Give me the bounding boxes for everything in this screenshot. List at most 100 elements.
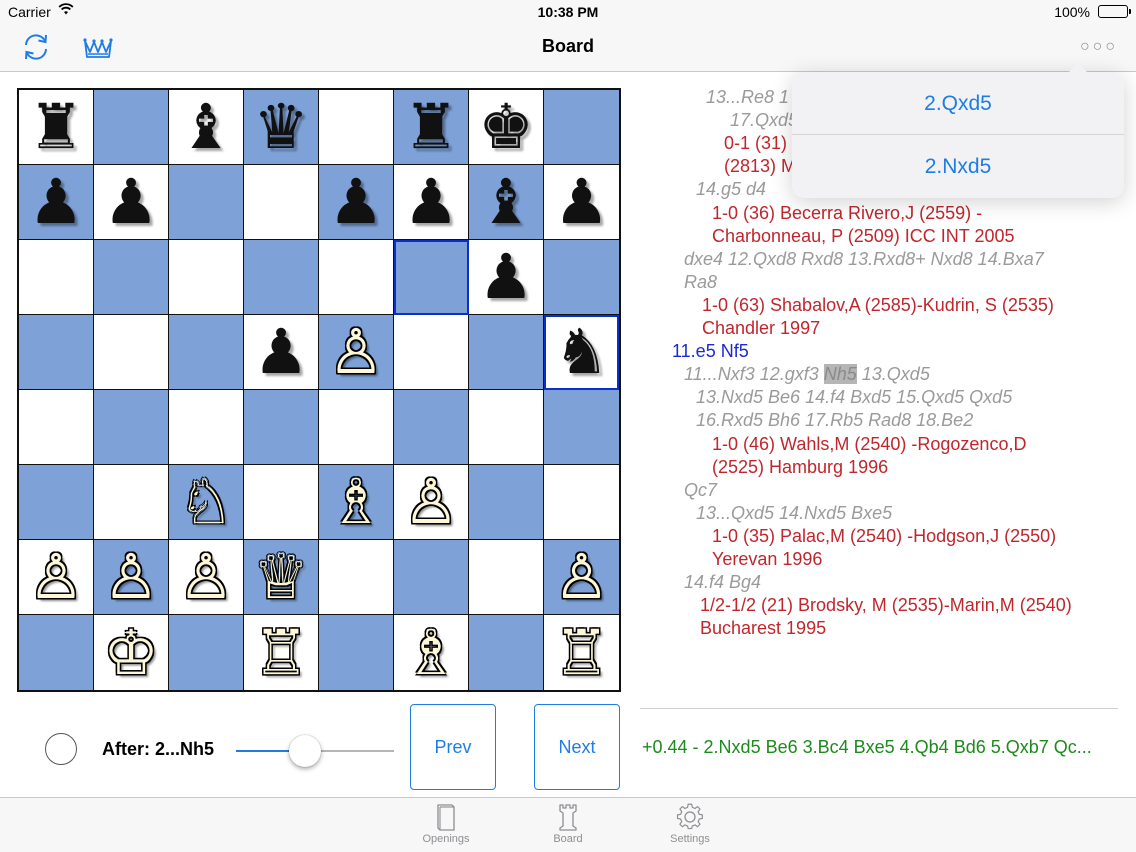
board-square[interactable] xyxy=(19,615,94,690)
notation-line[interactable]: Bucharest 1995 xyxy=(700,617,826,640)
chess-piece[interactable]: ♙ xyxy=(103,546,159,608)
board-square[interactable] xyxy=(19,315,94,390)
notation-line[interactable]: 14.f4 Bg4 xyxy=(684,571,761,594)
board-square[interactable]: ♘ xyxy=(169,465,244,540)
board-square[interactable]: ♙ xyxy=(394,465,469,540)
board-square[interactable]: ♙ xyxy=(19,540,94,615)
chess-piece[interactable]: ♝ xyxy=(478,171,534,233)
board-square[interactable]: ♕ xyxy=(244,540,319,615)
chess-piece[interactable]: ♟ xyxy=(328,171,384,233)
chess-piece[interactable]: ♛ xyxy=(253,96,309,158)
board-square[interactable]: ♟ xyxy=(394,165,469,240)
board-square[interactable] xyxy=(394,315,469,390)
notation-line[interactable]: 1-0 (36) Becerra Rivero,J (2559) - xyxy=(712,202,982,225)
chess-piece[interactable]: ♟ xyxy=(103,171,159,233)
chess-piece[interactable]: ♟ xyxy=(554,171,610,233)
side-to-move-indicator[interactable] xyxy=(45,733,77,765)
popover-option-nxd5[interactable]: 2.Nxd5 xyxy=(792,135,1124,198)
board-square[interactable]: ♟ xyxy=(19,165,94,240)
chess-piece[interactable]: ♜ xyxy=(403,96,459,158)
board-square[interactable] xyxy=(94,240,169,315)
board-square[interactable] xyxy=(94,390,169,465)
notation-line[interactable]: (2525) Hamburg 1996 xyxy=(712,456,888,479)
current-move-highlight[interactable]: Nh5 xyxy=(823,364,857,385)
chess-piece[interactable]: ♜ xyxy=(28,96,84,158)
board-square[interactable]: ♙ xyxy=(169,540,244,615)
tab-openings[interactable]: Openings xyxy=(401,800,491,852)
board-square[interactable]: ♟ xyxy=(94,165,169,240)
board-square[interactable] xyxy=(544,465,619,540)
tab-settings[interactable]: Settings xyxy=(645,800,735,852)
chess-piece[interactable]: ♝ xyxy=(178,96,234,158)
notation-line[interactable]: 1-0 (46) Wahls,M (2540) -Rogozenco,D xyxy=(712,433,1026,456)
chess-piece[interactable]: ♗ xyxy=(328,471,384,533)
board-square[interactable] xyxy=(319,240,394,315)
chess-piece[interactable]: ♗ xyxy=(403,621,459,684)
board-square[interactable]: ♝ xyxy=(169,90,244,165)
board-square[interactable]: ♟ xyxy=(244,315,319,390)
board-square[interactable] xyxy=(169,615,244,690)
board-square[interactable]: ♟ xyxy=(319,165,394,240)
board-square[interactable] xyxy=(394,240,469,315)
notation-line[interactable]: (2813) M xyxy=(724,155,796,178)
board-square[interactable]: ♟ xyxy=(469,240,544,315)
board-square[interactable] xyxy=(244,465,319,540)
notation-line[interactable]: 13.Nxd5 Be6 14.f4 Bxd5 15.Qxd5 Qxd5 xyxy=(696,386,1012,409)
board-square[interactable] xyxy=(469,540,544,615)
board-square[interactable] xyxy=(544,240,619,315)
chess-piece[interactable]: ♟ xyxy=(253,321,309,383)
chess-piece[interactable]: ♟ xyxy=(478,246,534,308)
board-square[interactable] xyxy=(469,465,544,540)
chess-piece[interactable]: ♙ xyxy=(28,546,84,608)
move-slider-knob[interactable] xyxy=(289,735,322,767)
board-square[interactable] xyxy=(19,240,94,315)
board-square[interactable] xyxy=(244,240,319,315)
chess-piece[interactable]: ♖ xyxy=(554,621,610,684)
notation-line[interactable]: Ra8 xyxy=(684,271,717,294)
notation-line[interactable]: Qc7 xyxy=(684,479,717,502)
board-square[interactable]: ♝ xyxy=(469,165,544,240)
notation-line[interactable]: Charbonneau, P (2509) ICC INT 2005 xyxy=(712,225,1015,248)
board-square[interactable]: ♟ xyxy=(544,165,619,240)
notation-line[interactable]: 1-0 (35) Palac,M (2540) -Hodgson,J (2550… xyxy=(712,525,1056,548)
chess-piece[interactable]: ♘ xyxy=(178,471,234,533)
notation-line[interactable]: 1/2-1/2 (21) Brodsky, M (2535)-Marin,M (… xyxy=(700,594,1072,617)
chess-board[interactable]: ♜ ♝ ♛ ♜ ♚ ♟ ♟ ♟ ♟ ♝ ♟ ♟ ♟ ♙ ♞ ♘ ♗ ♙ ♙ ♙ ♙ ♕ ♙ ♔ ♖ ♗ ♖ xyxy=(17,88,621,692)
board-square[interactable] xyxy=(469,390,544,465)
notation-line[interactable]: Yerevan 1996 xyxy=(712,548,822,571)
board-square[interactable] xyxy=(319,615,394,690)
notation-line[interactable]: 13...Qxd5 14.Nxd5 Bxe5 xyxy=(696,502,892,525)
chess-piece[interactable]: ♔ xyxy=(103,621,159,684)
board-square[interactable]: ♗ xyxy=(319,465,394,540)
board-square[interactable] xyxy=(169,240,244,315)
board-square[interactable] xyxy=(544,90,619,165)
board-square[interactable]: ♚ xyxy=(469,90,544,165)
board-square[interactable]: ♛ xyxy=(244,90,319,165)
board-square[interactable] xyxy=(319,390,394,465)
notation-line[interactable]: Chandler 1997 xyxy=(702,317,820,340)
prev-button[interactable]: Prev xyxy=(410,704,496,790)
chess-piece[interactable]: ♞ xyxy=(554,321,610,383)
board-square[interactable] xyxy=(94,315,169,390)
chess-piece[interactable]: ♕ xyxy=(253,546,309,608)
chess-piece[interactable]: ♟ xyxy=(28,171,84,233)
board-square[interactable] xyxy=(244,390,319,465)
notation-line[interactable]: 1-0 (63) Shabalov,A (2585)-Kudrin, S (25… xyxy=(702,294,1054,317)
board-square[interactable] xyxy=(394,390,469,465)
notation-line[interactable]: 11.e5 Nf5 xyxy=(672,340,749,363)
notation-line[interactable]: 16.Rxd5 Bh6 17.Rb5 Rad8 18.Be2 xyxy=(696,409,973,432)
board-square[interactable]: ♙ xyxy=(544,540,619,615)
board-square[interactable]: ♙ xyxy=(94,540,169,615)
board-square[interactable]: ♜ xyxy=(19,90,94,165)
board-square[interactable] xyxy=(19,465,94,540)
chess-piece[interactable]: ♟ xyxy=(403,171,459,233)
board-square[interactable]: ♙ xyxy=(319,315,394,390)
chess-piece[interactable]: ♙ xyxy=(178,546,234,608)
chess-piece[interactable]: ♖ xyxy=(253,621,309,684)
board-square[interactable]: ♖ xyxy=(544,615,619,690)
board-square[interactable] xyxy=(169,165,244,240)
board-square[interactable] xyxy=(169,315,244,390)
board-square[interactable] xyxy=(394,540,469,615)
board-square[interactable] xyxy=(169,390,244,465)
notation-line[interactable]: 11...Nxf3 12.gxf3 Nh5 13.Qxd5 xyxy=(684,363,930,386)
